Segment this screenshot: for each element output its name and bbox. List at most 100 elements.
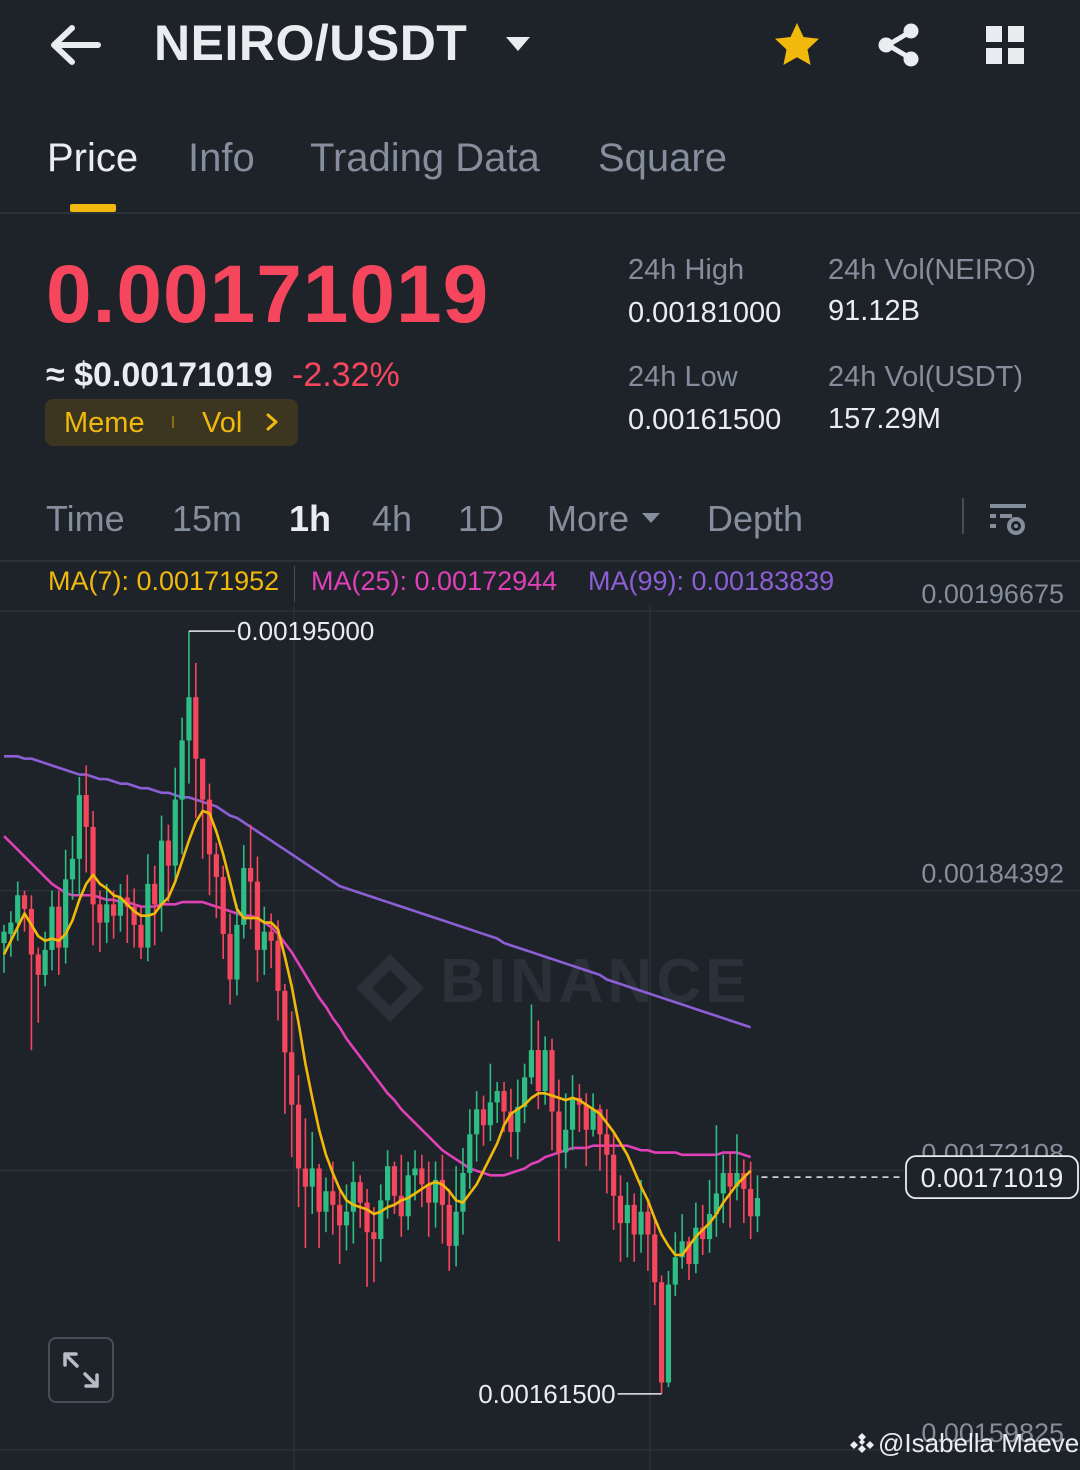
binance-watermark-icon [356, 954, 424, 1022]
candle-down [741, 1159, 747, 1224]
chart-settings-icon[interactable] [988, 498, 1028, 538]
candle-body [569, 1097, 576, 1130]
candle-body [165, 840, 171, 866]
candle-body [21, 895, 28, 909]
candle-body [138, 924, 144, 948]
back-arrow-icon[interactable] [48, 22, 102, 68]
candle-down [316, 1163, 322, 1249]
stat-high-label: 24h High [628, 254, 745, 286]
candle-body [248, 867, 254, 882]
candle-up [343, 1184, 350, 1251]
candle-up [378, 1184, 384, 1262]
interval-1h[interactable]: 1h [289, 498, 331, 540]
y-tick-label: 0.00184392 [921, 859, 1064, 889]
tab-square[interactable]: Square [598, 136, 727, 181]
tag-separator [172, 416, 174, 428]
candle-up [494, 1081, 500, 1123]
ma99-label: MA(99): 0.00183839 [588, 566, 835, 596]
candle-body [480, 1109, 487, 1126]
interval-15m[interactable]: 15m [172, 498, 242, 540]
tag-meme[interactable]: Meme [64, 407, 145, 440]
candle-up [569, 1075, 576, 1151]
candle-down [480, 1095, 487, 1146]
share-icon[interactable] [876, 22, 922, 68]
candle-body [460, 1173, 466, 1212]
candle-down [446, 1188, 452, 1271]
interval-depth[interactable]: Depth [707, 498, 803, 540]
chevron-down-icon[interactable] [504, 34, 532, 54]
candlestick-chart[interactable]: 0.00196675 0.00184392 0.00172108 0.00159825… [0, 562, 1080, 1470]
interval-more[interactable]: More [547, 498, 629, 540]
candle-down [21, 890, 28, 932]
candle-body [474, 1109, 480, 1135]
candle-body [487, 1102, 493, 1126]
fullscreen-button[interactable] [48, 1337, 114, 1403]
candle-body [357, 1182, 363, 1203]
candle-body [104, 904, 110, 923]
chevron-down-icon[interactable] [641, 512, 661, 524]
candle-body [111, 904, 117, 916]
candle-body [158, 840, 165, 905]
candle-up [467, 1109, 473, 1189]
chevron-right-icon[interactable] [265, 413, 279, 431]
candle-body [617, 1195, 624, 1224]
chart-canvas[interactable]: 0.001966750.001843920.001721080.00159825… [0, 562, 1080, 1470]
candle-body [49, 906, 55, 950]
candle-body [213, 854, 219, 878]
candle-down [124, 874, 130, 944]
stat-low-label: 24h Low [628, 361, 738, 393]
candle-up [309, 1132, 315, 1214]
candle-up [720, 1154, 726, 1224]
candle-up [172, 767, 178, 882]
grid-menu-icon[interactable] [984, 24, 1026, 66]
candle-body [624, 1204, 630, 1224]
tag-vol[interactable]: Vol [202, 407, 242, 440]
candle-body [254, 881, 261, 950]
candle-body [186, 697, 192, 741]
candle-body [556, 1111, 562, 1153]
candle-down [131, 888, 137, 948]
candle-down [617, 1175, 624, 1262]
candle-down [111, 890, 117, 939]
candle-up [158, 815, 165, 932]
ma-legend: MA(7): 0.00171952 MA(25): 0.00172944 MA(… [0, 566, 1080, 606]
candle-body [727, 1173, 733, 1187]
tag-group[interactable]: Meme Vol [45, 399, 298, 446]
candle-body [234, 924, 240, 980]
pair-title[interactable]: NEIRO/USDT [154, 14, 467, 72]
top-bar: NEIRO/USDT [0, 0, 1080, 100]
price-change-percent: -2.32% [292, 356, 400, 394]
candle-body [501, 1091, 507, 1112]
candle-down [193, 663, 199, 818]
candle-body [220, 877, 226, 934]
ma7-label: MA(7): 0.00171952 [48, 566, 280, 596]
candle-body [302, 1168, 308, 1187]
candle-down [419, 1154, 425, 1208]
candle-body [261, 931, 267, 950]
favorite-star-icon[interactable] [772, 20, 822, 70]
candle-down [371, 1207, 377, 1283]
stat-high-value: 0.00181000 [628, 297, 782, 329]
candle-body [419, 1168, 425, 1185]
candle-body [720, 1173, 726, 1194]
stat-low-value: 0.00161500 [628, 404, 782, 436]
candle-body [535, 1050, 541, 1092]
candle-body [309, 1168, 315, 1187]
candle-body [179, 740, 185, 800]
candle-down [28, 895, 34, 1051]
credit-text: @Isabella Maeve [878, 1428, 1080, 1458]
interval-4h[interactable]: 4h [372, 498, 412, 540]
candle-body [364, 1202, 370, 1233]
interval-time[interactable]: Time [46, 498, 125, 540]
candle-body [330, 1191, 336, 1205]
tab-info[interactable]: Info [188, 136, 255, 181]
interval-1d[interactable]: 1D [458, 498, 504, 540]
tab-trading-data[interactable]: Trading Data [310, 136, 540, 181]
interval-bar: Time 15m 1h 4h 1D More Depth [0, 490, 1080, 562]
tab-price[interactable]: Price [47, 136, 138, 181]
candle-up [713, 1125, 719, 1237]
candle-body [15, 895, 21, 923]
candle-up [754, 1175, 761, 1233]
candle-down [302, 1118, 308, 1249]
candle-up [234, 904, 240, 996]
